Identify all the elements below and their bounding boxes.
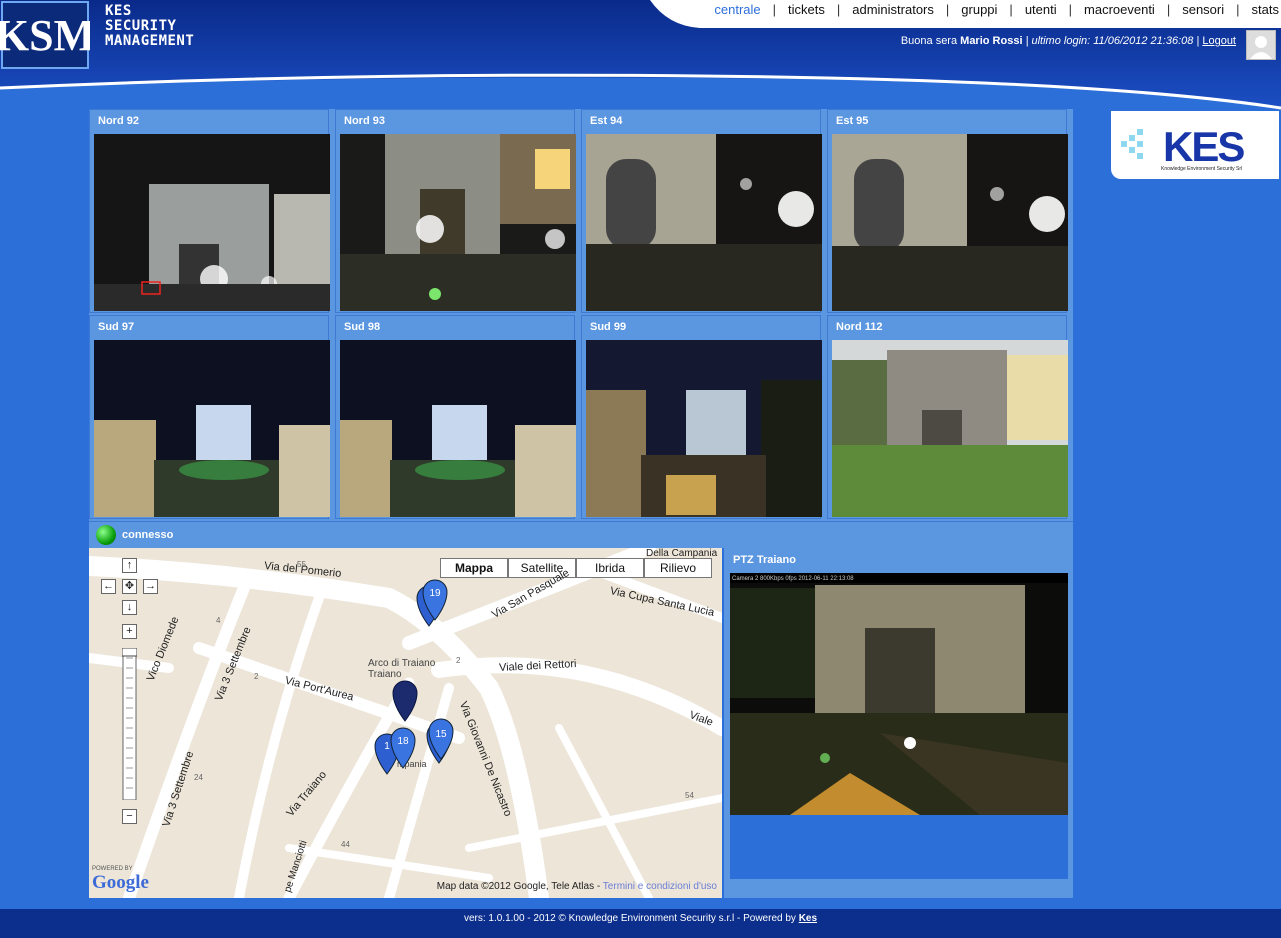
camera-feed[interactable] (340, 134, 576, 311)
camera-label: Sud 97 (98, 321, 135, 333)
ptz-feed[interactable]: Camera 2 800Kbps 0fps 2012-06-11 22:13:0… (730, 573, 1068, 815)
partner-logo: KES Knowledge Environment Security Srl (1111, 111, 1279, 179)
camera-tile[interactable]: Sud 97 (89, 315, 330, 519)
ptz-controls-area (730, 815, 1068, 879)
camera-feed[interactable] (832, 340, 1068, 517)
header: KSM KES SECURITY MANAGEMENT centrale | ti… (0, 0, 1281, 110)
map-data-text: Map data ©2012 Google, Tele Atlas - (436, 881, 601, 892)
camera-feed[interactable] (586, 134, 822, 311)
camera-marker[interactable]: 1 18 (374, 727, 416, 775)
camera-tile[interactable]: Est 95 (827, 109, 1068, 313)
top-nav: centrale | tickets | administrators | grupp… (702, 0, 1281, 18)
camera-marker[interactable]: 15 (426, 718, 454, 764)
svg-text:1: 1 (384, 741, 390, 752)
camera-tile[interactable]: Nord 112 (827, 315, 1068, 519)
footer-bottom-line (0, 931, 1281, 938)
camera-label: Nord 93 (344, 115, 385, 127)
svg-text:KES: KES (1163, 123, 1244, 170)
avatar[interactable] (1246, 30, 1276, 60)
selected-camera-marker[interactable] (392, 680, 418, 722)
google-logo[interactable]: POWERED BY Google (92, 866, 149, 894)
last-login: | ultimo login: 11/06/2012 21:36:08 | (1025, 35, 1200, 47)
camera-grid: Nord 92 Nord 93 Est 94 Est 95 Sud 97 Sud… (89, 109, 1073, 521)
brand-line-1: KES (105, 3, 132, 19)
camera-feed[interactable] (586, 340, 822, 517)
nav-sensori[interactable]: sensori (1170, 2, 1236, 17)
camera-feed[interactable] (94, 340, 330, 517)
footer-kes-link[interactable]: Kes (799, 913, 817, 924)
partner-caption: Knowledge Environment Security Srl (1161, 166, 1243, 172)
nav-administrators[interactable]: administrators (840, 2, 946, 17)
footer-text: vers: 1.0.1.00 - 2012 © Knowledge Enviro… (463, 913, 796, 924)
nav-centrale[interactable]: centrale (702, 2, 772, 17)
svg-text:19: 19 (429, 588, 441, 599)
camera-label: Est 94 (590, 115, 623, 127)
connection-status: connesso (122, 529, 174, 541)
map-panel[interactable]: Mappa Satellite Ibrida Rilievo ↑ ← ✥ → ↓… (89, 548, 722, 898)
svg-text:15: 15 (435, 729, 447, 740)
ptz-title: PTZ Traiano (733, 554, 796, 566)
nav-stats[interactable]: stats (1240, 2, 1281, 17)
camera-feed[interactable] (832, 134, 1068, 311)
camera-label: Sud 98 (344, 321, 381, 333)
ptz-panel: PTZ Traiano Camera 2 800Kbps 0fps 2012-0… (724, 548, 1073, 898)
nav-utenti[interactable]: utenti (1013, 2, 1069, 17)
svg-text:KSM: KSM (0, 11, 90, 60)
user-info: Buona sera Mario Rossi | ultimo login: 1… (901, 35, 1236, 47)
brand-text: KES SECURITY MANAGEMENT (105, 4, 194, 49)
footer: vers: 1.0.1.00 - 2012 © Knowledge Enviro… (0, 909, 1281, 931)
map-markers: 19 1 18 15 (374, 579, 454, 775)
logout-link[interactable]: Logout (1202, 35, 1236, 47)
status-led-icon (96, 525, 116, 545)
camera-tile[interactable]: Nord 92 (89, 109, 330, 313)
camera-marker[interactable]: 19 (416, 579, 448, 627)
camera-tile[interactable]: Sud 98 (335, 315, 576, 519)
camera-label: Nord 112 (836, 321, 883, 333)
camera-tile[interactable]: Sud 99 (581, 315, 822, 519)
brand-line-3: MANAGEMENT (105, 33, 195, 49)
nav-gruppi[interactable]: gruppi (949, 2, 1009, 17)
google-wordmark: Google (92, 872, 149, 893)
camera-tile[interactable]: Nord 93 (335, 109, 576, 313)
map-copyright: Map data ©2012 Google, Tele Atlas - Term… (437, 881, 717, 892)
terms-link[interactable]: Termini e condizioni d'uso (603, 881, 717, 892)
camera-feed[interactable] (94, 134, 330, 311)
camera-tile[interactable]: Est 94 (581, 109, 822, 313)
svg-text:Camera 2 800Kbps 0fps 2012-06-: Camera 2 800Kbps 0fps 2012-06-11 22:13:0… (732, 576, 854, 582)
nav-macroeventi[interactable]: macroeventi (1072, 2, 1167, 17)
ksm-logo[interactable]: KSM (0, 0, 90, 70)
user-avatar-icon (1250, 36, 1272, 59)
camera-label: Nord 92 (98, 115, 139, 127)
svg-text:18: 18 (397, 736, 409, 747)
nav-tickets[interactable]: tickets (776, 2, 837, 17)
camera-label: Est 95 (836, 115, 869, 127)
connection-status-bar: connesso (89, 521, 1073, 548)
user-name: Mario Rossi (960, 35, 1023, 47)
greeting: Buona sera (900, 35, 958, 47)
camera-label: Sud 99 (590, 321, 627, 333)
brand-line-2: SECURITY (105, 18, 177, 34)
camera-feed[interactable] (340, 340, 576, 517)
